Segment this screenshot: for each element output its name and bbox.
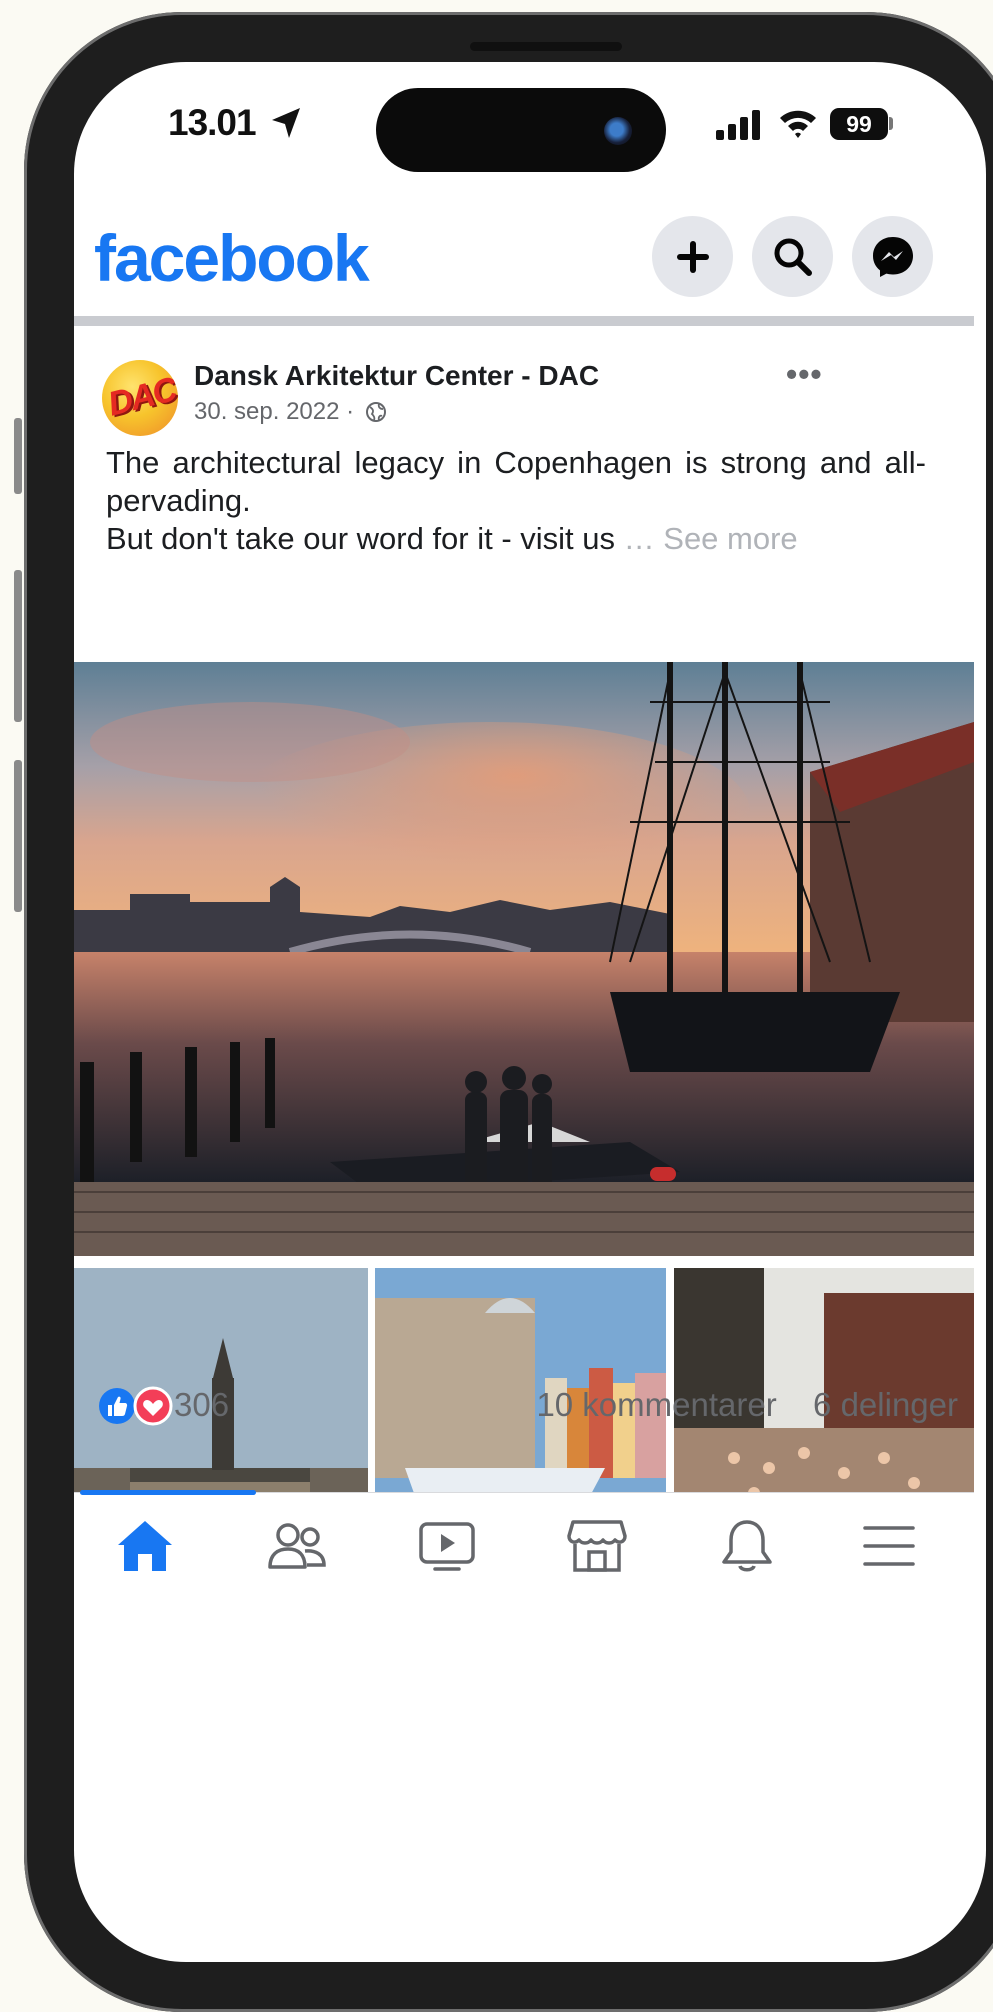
- wifi-icon: [780, 110, 816, 138]
- header-divider: [74, 316, 974, 326]
- nav-home[interactable]: [90, 1506, 200, 1586]
- home-icon: [118, 1521, 172, 1571]
- watch-icon: [419, 1522, 475, 1571]
- reaction-icons[interactable]: [98, 1386, 174, 1426]
- post-text-line1: The architectural legacy in Copenhagen i…: [106, 445, 926, 518]
- page-name[interactable]: Dansk Arkitektur Center - DAC: [194, 360, 599, 392]
- nav-notifications[interactable]: [692, 1506, 802, 1586]
- search-button[interactable]: [752, 216, 833, 297]
- battery-indicator: 99: [830, 108, 888, 140]
- nav-menu[interactable]: [834, 1506, 944, 1586]
- notifications-icon: [722, 1520, 772, 1572]
- location-arrow-icon: [272, 108, 300, 138]
- menu-icon: [863, 1526, 915, 1566]
- search-icon: [774, 238, 812, 276]
- friends-icon: [268, 1523, 326, 1569]
- volume-down-button: [14, 760, 22, 912]
- cellular-signal-icon: [716, 110, 760, 140]
- avatar-logo-text: DAC: [104, 370, 178, 424]
- comment-count[interactable]: 10 kommentarer: [536, 1386, 776, 1423]
- phone-screen: 13.01 99 facebook DAC Dansk Arkitektur C…: [74, 62, 986, 1962]
- action-button: [14, 418, 22, 494]
- active-tab-indicator: [80, 1490, 256, 1495]
- plus-icon: [676, 240, 709, 273]
- nav-watch[interactable]: [392, 1506, 502, 1586]
- create-button[interactable]: [652, 216, 733, 297]
- volume-up-button: [14, 570, 22, 722]
- post-photo-main[interactable]: [74, 662, 974, 1256]
- nav-marketplace[interactable]: [542, 1506, 652, 1586]
- post-date-text: 30. sep. 2022 ·: [194, 398, 355, 425]
- battery-tip: [889, 117, 893, 130]
- harbor-sunset-photo: [74, 662, 974, 1256]
- see-more-link[interactable]: See more: [663, 521, 797, 556]
- globe-icon: [365, 402, 386, 422]
- earpiece-speaker: [470, 42, 622, 51]
- ellipsis: …: [615, 521, 664, 556]
- facebook-logo[interactable]: facebook: [94, 220, 370, 296]
- comments-shares[interactable]: 10 kommentarer 6 delinger: [536, 1380, 958, 1430]
- messenger-button[interactable]: [852, 216, 933, 297]
- post-options-icon[interactable]: •••: [786, 356, 823, 393]
- page-avatar[interactable]: DAC: [102, 360, 178, 436]
- messenger-icon: [872, 236, 913, 277]
- marketplace-icon: [567, 1520, 627, 1572]
- post-text-line2: But don't take our word for it - visit u…: [106, 520, 926, 558]
- nav-friends[interactable]: [242, 1506, 352, 1586]
- post-stats: 306 10 kommentarer 6 delinger: [98, 1380, 958, 1430]
- camera-icon: [604, 117, 632, 145]
- status-time: 13.01: [168, 102, 257, 143]
- post-text: The architectural legacy in Copenhagen i…: [106, 444, 926, 558]
- post-date[interactable]: 30. sep. 2022 ·: [194, 398, 387, 426]
- share-count[interactable]: 6 delinger: [813, 1386, 958, 1423]
- reaction-count[interactable]: 306: [174, 1380, 229, 1430]
- post-text-line2-text: But don't take our word for it - visit u…: [106, 521, 616, 556]
